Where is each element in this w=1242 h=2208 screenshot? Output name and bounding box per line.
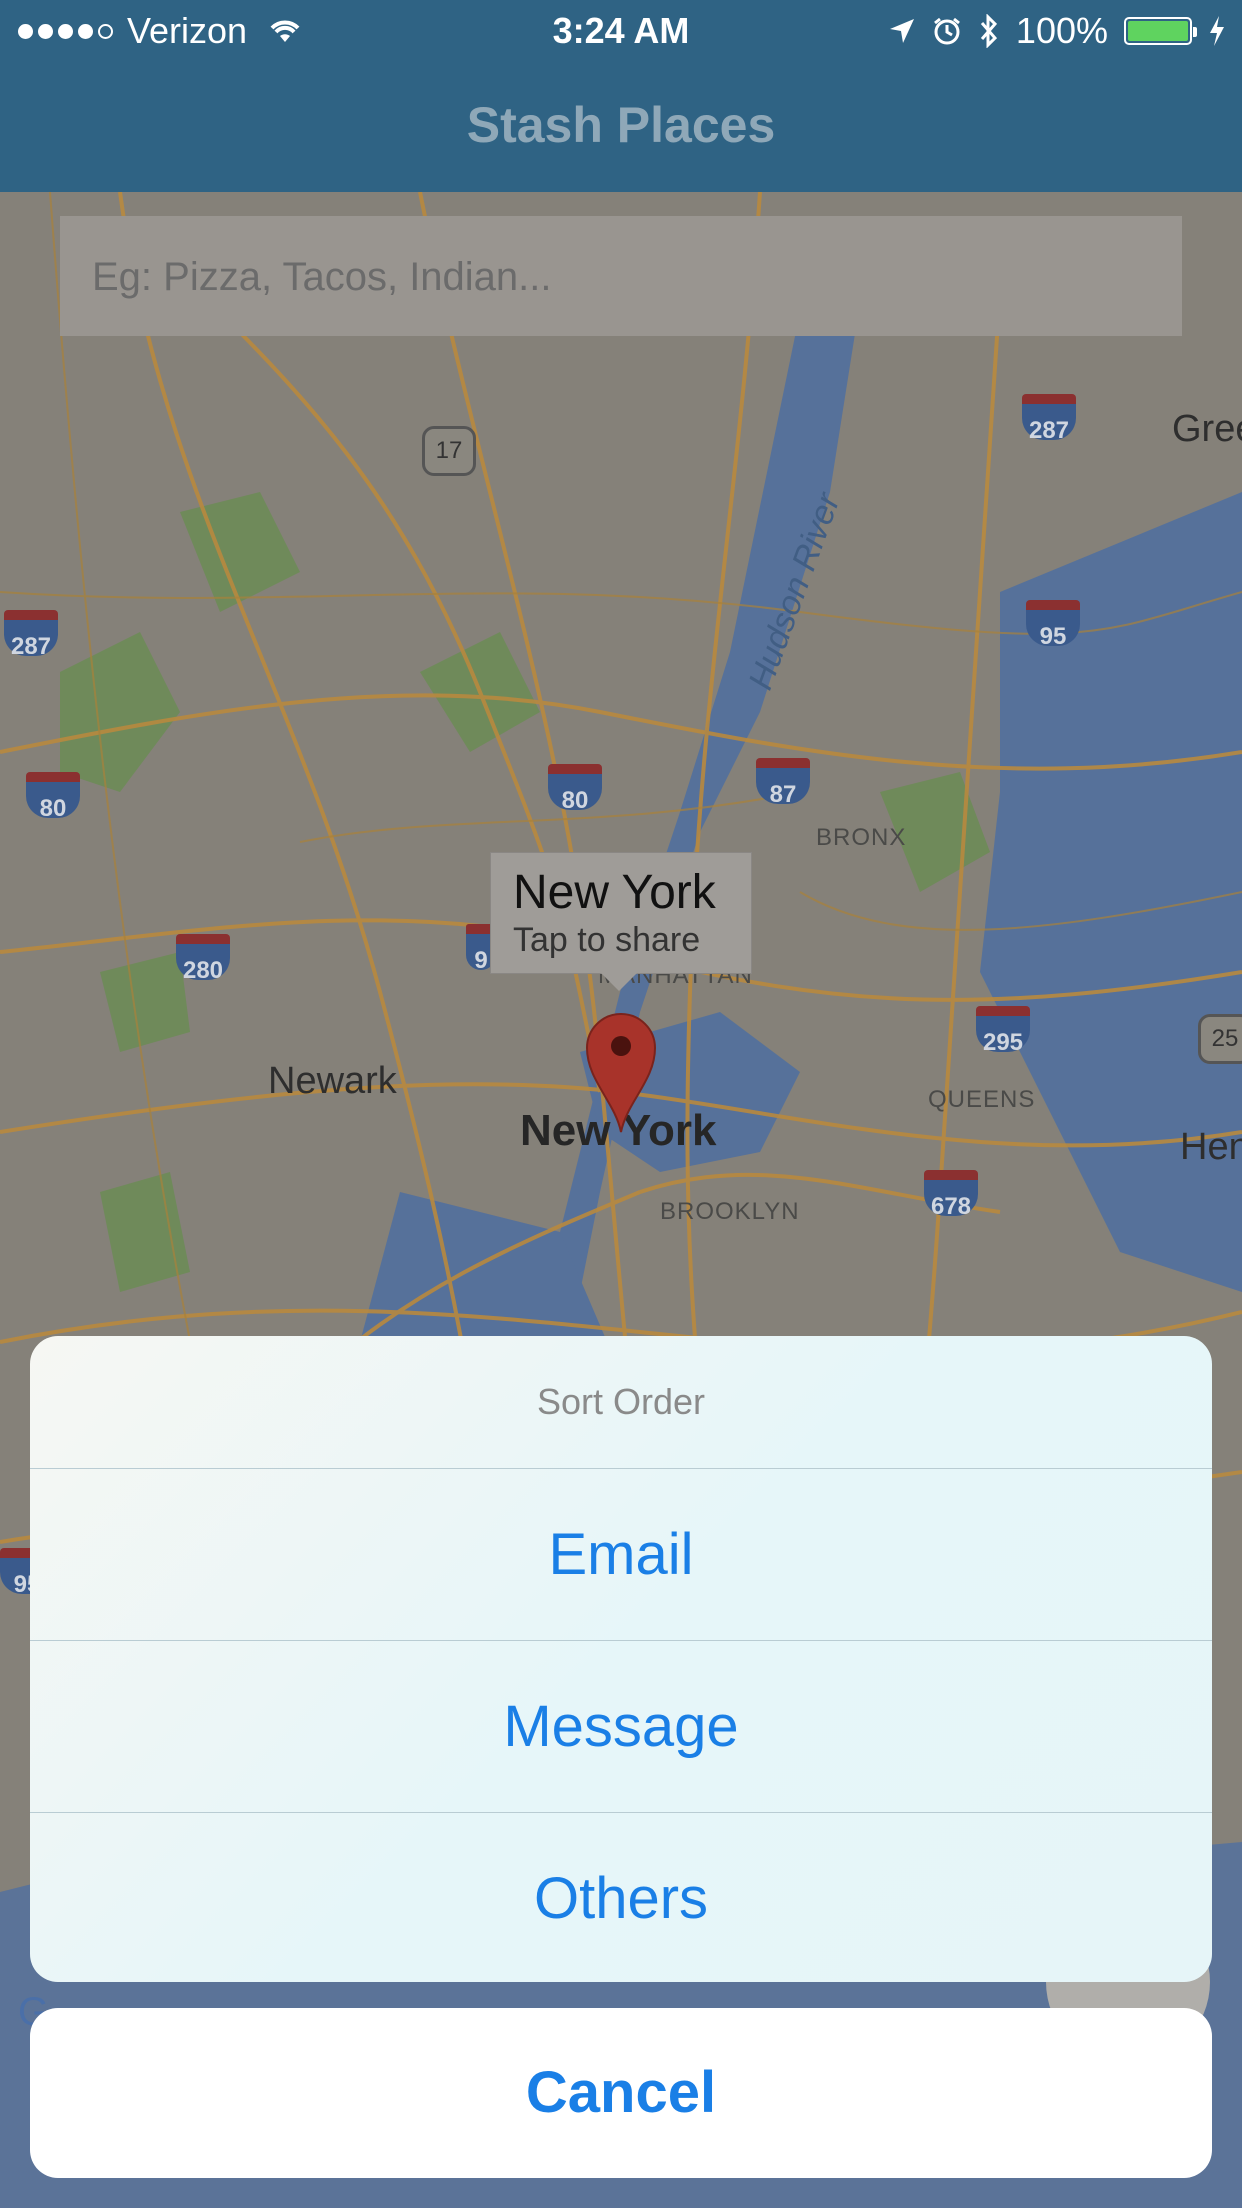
charging-bolt-icon: [1210, 16, 1224, 46]
map-label-newark: Newark: [268, 1060, 397, 1102]
alarm-icon: [933, 17, 960, 45]
route-marker: 17: [422, 426, 476, 476]
battery-icon: [1124, 17, 1197, 45]
bluetooth-icon: [980, 14, 997, 48]
route-marker: 25: [1198, 1014, 1242, 1064]
interstate-shield: 87: [756, 758, 810, 808]
map-label-bronx: BRONX: [816, 824, 907, 851]
location-arrow-icon: [889, 19, 914, 43]
interstate-shield: 295: [976, 1006, 1030, 1056]
callout-subtitle: Tap to share: [513, 921, 701, 959]
cancel-button[interactable]: Cancel: [30, 2008, 1212, 2178]
interstate-shield: 287: [1022, 394, 1076, 444]
battery-percent: 100%: [1015, 10, 1108, 51]
interstate-shield: 95: [1026, 600, 1080, 650]
interstate-shield: 280: [176, 934, 230, 984]
map-label-brooklyn: BROOKLYN: [660, 1198, 800, 1225]
callout-title: New York: [513, 866, 716, 919]
map-callout[interactable]: New York Tap to share: [490, 852, 752, 991]
map-label-gree: Gree: [1172, 408, 1242, 450]
map-label-hen: Hen: [1180, 1126, 1242, 1168]
map-pin-icon[interactable]: [585, 1010, 657, 1134]
search-input[interactable]: [90, 216, 1186, 338]
status-right: 100%: [888, 10, 1226, 52]
map-label-queens: QUEENS: [928, 1086, 1036, 1113]
email-option[interactable]: Email: [30, 1469, 1212, 1641]
interstate-shield: 80: [26, 772, 80, 822]
nav-bar: Stash Places: [0, 60, 1242, 192]
interstate-shield: 287: [4, 610, 58, 660]
status-bar: Verizon 3:24 AM 100%: [0, 0, 1242, 60]
action-sheet: Sort Order Email Message Others: [30, 1336, 1212, 1982]
message-option[interactable]: Message: [30, 1641, 1212, 1813]
action-sheet-title: Sort Order: [30, 1336, 1212, 1469]
interstate-shield: 678: [924, 1170, 978, 1220]
page-title: Stash Places: [466, 97, 776, 153]
interstate-shield: 80: [548, 764, 602, 814]
search-bar[interactable]: [60, 216, 1186, 338]
others-option[interactable]: Others: [30, 1813, 1212, 1982]
